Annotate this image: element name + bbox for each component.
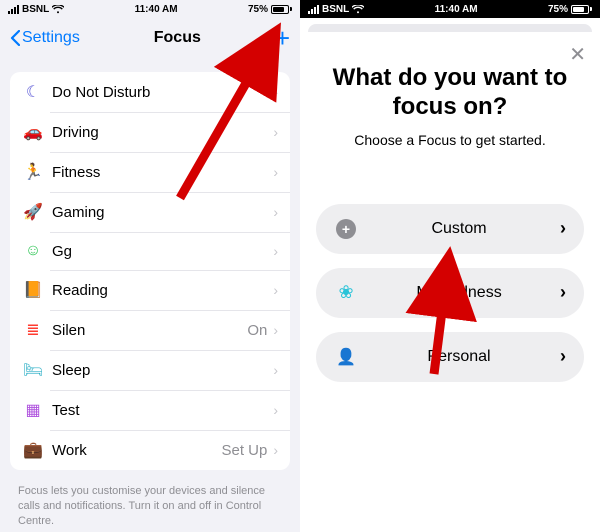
battery-pct: 75% — [548, 4, 568, 15]
clock: 11:40 AM — [435, 4, 478, 15]
focus-option-custom[interactable]: +Custom› — [316, 204, 584, 254]
sheet-title: What do you want to focus on? — [326, 64, 574, 122]
chevron-right-icon: › — [273, 124, 278, 140]
focus-row-test[interactable]: ▦ Test› — [10, 390, 290, 430]
chevron-right-icon: › — [560, 218, 566, 239]
focus-list: ☾Do Not Disturb›🚗Driving›🏃Fitness›🚀Gamin… — [10, 72, 290, 470]
test-icon: ▦ — [22, 400, 44, 420]
car-icon: 🚗 — [22, 122, 44, 142]
wifi-icon — [52, 5, 64, 14]
chevron-right-icon: › — [273, 282, 278, 298]
gg-icon: ☺ — [22, 242, 44, 260]
clock: 11:40 AM — [135, 4, 178, 15]
row-label: Gaming — [52, 204, 273, 221]
option-label: Personal — [358, 348, 560, 366]
footer-caption: Focus lets you customise your devices an… — [0, 476, 300, 532]
add-focus-button[interactable]: + — [275, 25, 290, 51]
page-title: Focus — [154, 29, 201, 47]
new-focus-sheet: ✕ What do you want to focus on? Choose a… — [300, 32, 600, 532]
row-label: Silen — [52, 322, 247, 339]
focus-row-gaming[interactable]: 🚀 Gaming› — [10, 192, 290, 232]
plus-icon: + — [336, 219, 356, 239]
focus-option-mindfulness[interactable]: ❀ Mindfulness› — [316, 268, 584, 318]
battery-pct: 75% — [248, 4, 268, 15]
row-detail: Set Up — [221, 442, 267, 459]
focus-row-reading[interactable]: 📙 Reading› — [10, 270, 290, 310]
run-icon: 🏃 — [22, 162, 44, 182]
back-label: Settings — [22, 29, 80, 47]
back-button[interactable]: Settings — [10, 29, 80, 47]
focus-row-driving[interactable]: 🚗 Driving› — [10, 112, 290, 152]
chevron-right-icon: › — [273, 164, 278, 180]
chevron-right-icon: › — [273, 362, 278, 378]
row-label: Gg — [52, 243, 273, 260]
chevron-left-icon — [10, 30, 20, 46]
chevron-right-icon: › — [273, 243, 278, 259]
chevron-right-icon: › — [273, 402, 278, 418]
status-bar: BSNL 11:40 AM 75% — [0, 0, 300, 18]
moon-icon: ☾ — [22, 82, 44, 102]
focus-row-work[interactable]: 💼 WorkSet Up › — [10, 430, 290, 470]
list-icon: ≣ — [22, 320, 44, 340]
row-label: Test — [52, 402, 273, 419]
row-label: Sleep — [52, 362, 273, 379]
option-label: Mindfulness — [358, 284, 560, 302]
mindfulness-icon: ❀ — [338, 282, 353, 303]
focus-row-silen[interactable]: ≣ SilenOn › — [10, 310, 290, 350]
status-bar: BSNL 11:40 AM 75% — [300, 0, 600, 18]
signal-icon — [308, 5, 319, 14]
book-icon: 📙 — [22, 280, 44, 300]
row-label: Work — [52, 442, 221, 459]
chevron-right-icon: › — [273, 204, 278, 220]
bed-icon: 🛏 — [22, 360, 44, 380]
battery-icon — [571, 5, 592, 14]
chevron-right-icon: › — [273, 322, 278, 338]
close-button[interactable]: ✕ — [569, 42, 586, 67]
work-icon: 💼 — [22, 440, 44, 460]
person-icon: 👤 — [336, 347, 356, 367]
battery-icon — [271, 5, 292, 14]
carrier-label: BSNL — [322, 4, 349, 15]
rocket-icon: 🚀 — [22, 202, 44, 222]
new-focus-sheet-screen: BSNL 11:40 AM 75% ✕ What do you want to … — [300, 0, 600, 532]
focus-settings-screen: BSNL 11:40 AM 75% Settings Focus + ☾ Do N… — [0, 0, 300, 532]
focus-row-gg[interactable]: ☺ Gg› — [10, 232, 290, 270]
carrier-label: BSNL — [22, 4, 49, 15]
row-label: Reading — [52, 282, 273, 299]
focus-row-do-not-disturb[interactable]: ☾ Do Not Disturb› — [10, 72, 290, 112]
row-label: Fitness — [52, 164, 273, 181]
focus-row-sleep[interactable]: 🛏 Sleep› — [10, 350, 290, 390]
focus-option-personal[interactable]: 👤Personal› — [316, 332, 584, 382]
option-label: Custom — [358, 220, 560, 238]
focus-row-fitness[interactable]: 🏃 Fitness› — [10, 152, 290, 192]
row-detail: On — [247, 322, 267, 339]
chevron-right-icon: › — [273, 84, 278, 100]
chevron-right-icon: › — [560, 282, 566, 303]
chevron-right-icon: › — [273, 442, 278, 458]
wifi-icon — [352, 5, 364, 14]
row-label: Driving — [52, 124, 273, 141]
row-label: Do Not Disturb — [52, 84, 273, 101]
signal-icon — [8, 5, 19, 14]
sheet-background-card — [308, 24, 592, 32]
nav-bar: Settings Focus + — [0, 18, 300, 58]
chevron-right-icon: › — [560, 346, 566, 367]
sheet-subtitle: Choose a Focus to get started. — [316, 132, 584, 148]
